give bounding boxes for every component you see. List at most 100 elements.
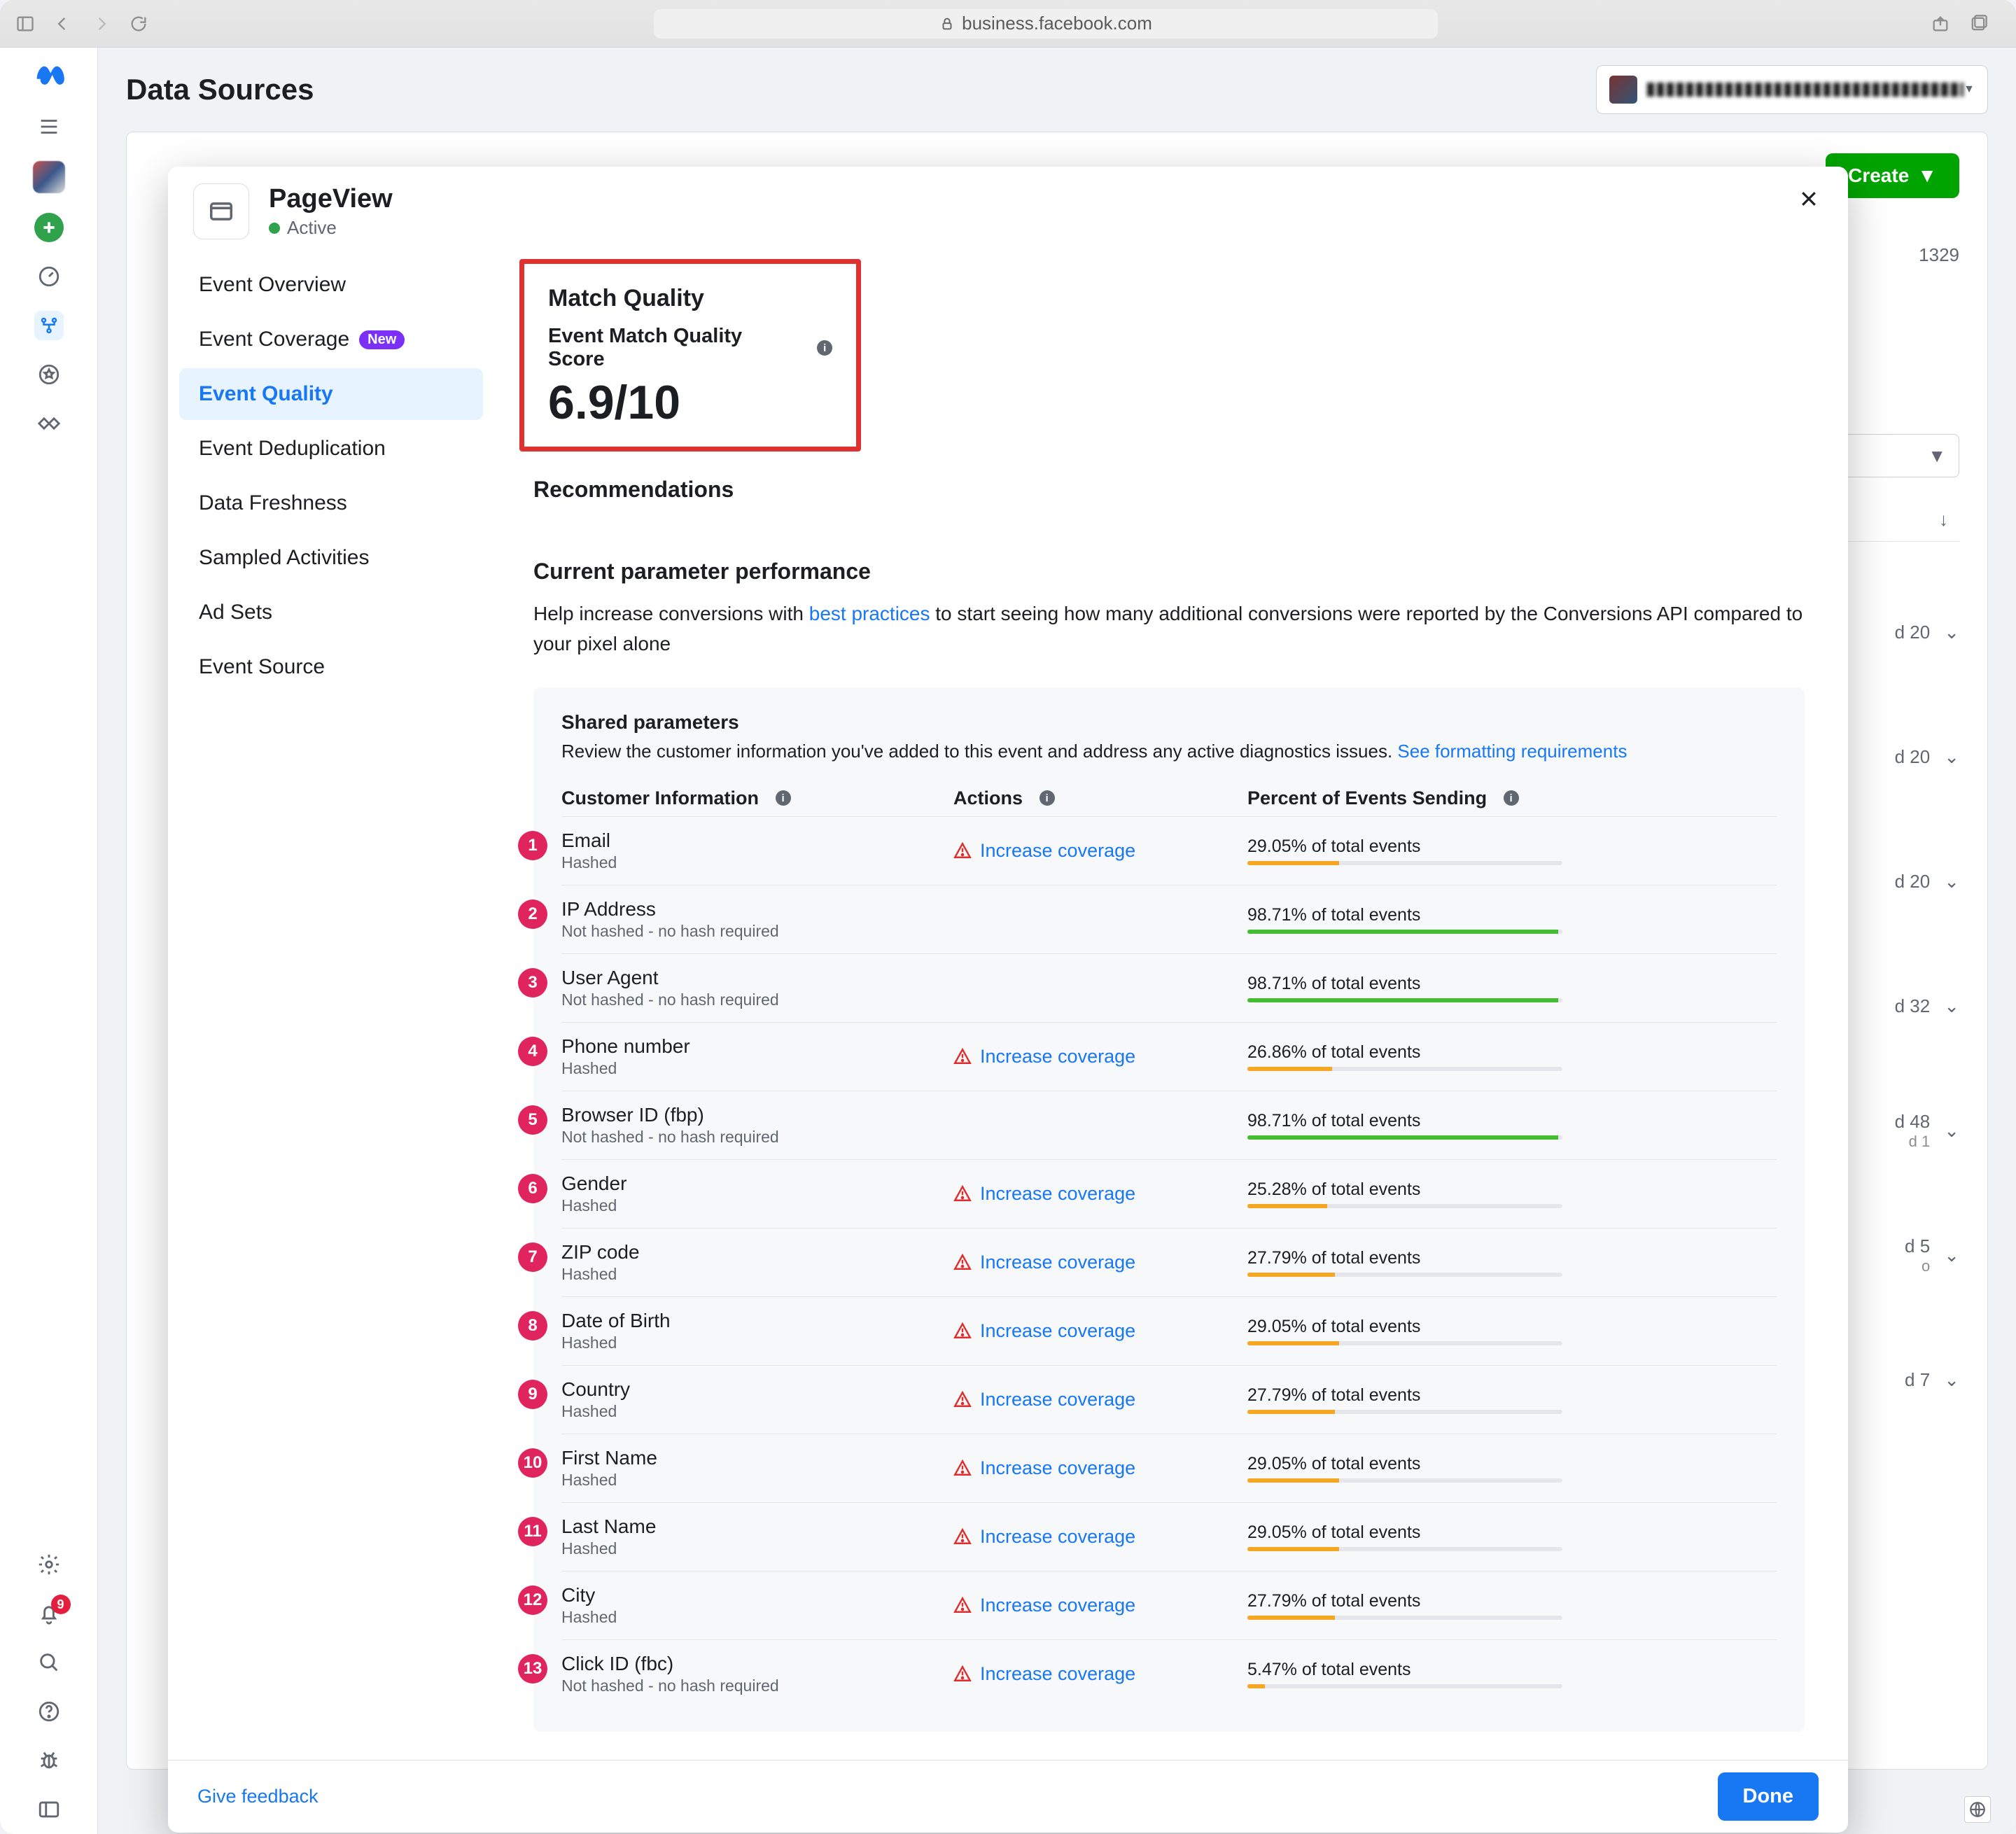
info-icon[interactable]: i xyxy=(776,790,791,806)
close-icon[interactable] xyxy=(1793,183,1824,214)
bug-icon[interactable] xyxy=(34,1746,64,1775)
param-name: First Name xyxy=(561,1447,953,1469)
help-icon[interactable] xyxy=(34,1697,64,1726)
tab-data-freshness[interactable]: Data Freshness xyxy=(179,477,483,529)
percent-label: 27.79% of total events xyxy=(1247,1248,1777,1268)
collapse-icon[interactable] xyxy=(34,1795,64,1824)
info-icon[interactable]: i xyxy=(1504,790,1519,806)
param-hash-status: Hashed xyxy=(561,1265,953,1284)
param-name: Date of Birth xyxy=(561,1310,953,1332)
increase-coverage-link[interactable]: Increase coverage xyxy=(980,1252,1135,1273)
percent-bar xyxy=(1247,1410,1562,1414)
shared-parameters-panel: Shared parameters Review the customer in… xyxy=(533,687,1805,1732)
star-circle-icon[interactable] xyxy=(34,360,64,389)
tab-sampled-activities[interactable]: Sampled Activities xyxy=(179,532,483,584)
status-label: Active xyxy=(287,217,337,239)
chevron-down-icon: ⌄ xyxy=(1944,1120,1959,1142)
increase-coverage-link[interactable]: Increase coverage xyxy=(980,840,1135,862)
percent-bar xyxy=(1247,1067,1562,1071)
percent-label: 25.28% of total events xyxy=(1247,1180,1777,1200)
increase-coverage-link[interactable]: Increase coverage xyxy=(980,1046,1135,1068)
sidebar-toggle-icon[interactable] xyxy=(13,11,38,36)
table-row: 3User AgentNot hashed - no hash required… xyxy=(561,953,1777,1022)
percent-bar xyxy=(1247,1616,1562,1620)
recommendations-heading: Recommendations xyxy=(533,477,1805,503)
increase-coverage-link[interactable]: Increase coverage xyxy=(980,1457,1135,1479)
url-text: business.facebook.com xyxy=(962,13,1152,34)
table-row: 7ZIP codeHashedIncrease coverage27.79% o… xyxy=(561,1228,1777,1296)
warning-icon xyxy=(953,1390,972,1408)
row-number-badge: 9 xyxy=(518,1380,547,1409)
chevron-down-icon: ⌄ xyxy=(1944,871,1959,892)
best-practices-link[interactable]: best practices xyxy=(809,603,930,624)
account-avatar[interactable] xyxy=(33,161,65,193)
increase-coverage-link[interactable]: Increase coverage xyxy=(980,1595,1135,1616)
tab-event-coverage[interactable]: Event CoverageNew xyxy=(179,314,483,365)
event-name: PageView xyxy=(269,184,393,214)
done-button[interactable]: Done xyxy=(1718,1772,1819,1821)
param-hash-status: Hashed xyxy=(561,1608,953,1627)
address-bar[interactable]: business.facebook.com xyxy=(654,9,1438,38)
warning-icon xyxy=(953,1527,972,1546)
meta-logo-icon[interactable] xyxy=(32,59,66,92)
row-number-badge: 3 xyxy=(518,968,547,997)
increase-coverage-link[interactable]: Increase coverage xyxy=(980,1389,1135,1410)
param-hash-status: Hashed xyxy=(561,1539,953,1558)
param-name: Email xyxy=(561,830,953,852)
tab-event-source[interactable]: Event Source xyxy=(179,641,483,693)
account-selector[interactable]: ▼ xyxy=(1596,65,1988,114)
tab-event-overview[interactable]: Event Overview xyxy=(179,259,483,311)
param-hash-status: Not hashed - no hash required xyxy=(561,922,953,941)
bell-icon[interactable]: 9 xyxy=(34,1599,64,1628)
increase-coverage-link[interactable]: Increase coverage xyxy=(980,1526,1135,1548)
forward-icon xyxy=(88,11,113,36)
row-number-badge: 8 xyxy=(518,1311,547,1340)
hamburger-icon[interactable] xyxy=(34,112,64,141)
param-hash-status: Hashed xyxy=(561,853,953,872)
percent-label: 98.71% of total events xyxy=(1247,905,1777,925)
gear-icon[interactable] xyxy=(34,1550,64,1579)
reload-icon[interactable] xyxy=(126,11,151,36)
row-number-badge: 12 xyxy=(518,1586,547,1615)
globe-icon[interactable] xyxy=(1964,1796,1991,1823)
param-hash-status: Not hashed - no hash required xyxy=(561,1676,953,1695)
info-icon[interactable]: i xyxy=(1040,790,1055,806)
share-icon[interactable] xyxy=(1928,11,1953,36)
increase-coverage-link[interactable]: Increase coverage xyxy=(980,1183,1135,1205)
back-icon[interactable] xyxy=(50,11,76,36)
chevron-down-icon: ⌄ xyxy=(1944,1245,1959,1266)
warning-icon xyxy=(953,1253,972,1271)
percent-label: 98.71% of total events xyxy=(1247,1111,1777,1131)
param-name: IP Address xyxy=(561,898,953,920)
param-hash-status: Hashed xyxy=(561,1334,953,1352)
info-icon[interactable]: i xyxy=(817,340,832,356)
gauge-icon[interactable] xyxy=(34,262,64,291)
param-hash-status: Hashed xyxy=(561,1402,953,1421)
warning-icon xyxy=(953,1322,972,1340)
give-feedback-link[interactable]: Give feedback xyxy=(197,1786,318,1807)
increase-coverage-link[interactable]: Increase coverage xyxy=(980,1663,1135,1685)
tab-ad-sets[interactable]: Ad Sets xyxy=(179,587,483,638)
param-hash-status: Hashed xyxy=(561,1196,953,1215)
row-number-badge: 5 xyxy=(518,1105,547,1135)
percent-bar xyxy=(1247,998,1562,1002)
match-quality-callout: Match Quality Event Match Quality Score … xyxy=(519,259,861,451)
tab-event-quality[interactable]: Event Quality xyxy=(179,368,483,420)
param-hash-status: Hashed xyxy=(561,1059,953,1078)
param-name: Click ID (fbc) xyxy=(561,1653,953,1675)
formatting-requirements-link[interactable]: See formatting requirements xyxy=(1397,741,1627,762)
percent-bar xyxy=(1247,1684,1562,1688)
table-row: 1EmailHashedIncrease coverage29.05% of t… xyxy=(561,816,1777,885)
table-row: 10First NameHashedIncrease coverage29.05… xyxy=(561,1434,1777,1502)
warning-icon xyxy=(953,1047,972,1065)
add-button[interactable] xyxy=(34,213,64,242)
tab-event-dedup[interactable]: Event Deduplication xyxy=(179,423,483,475)
warning-icon xyxy=(953,1184,972,1203)
data-sources-icon[interactable] xyxy=(34,311,64,340)
integrations-icon[interactable] xyxy=(34,409,64,438)
search-icon[interactable] xyxy=(34,1648,64,1677)
tabs-icon[interactable] xyxy=(1966,11,1991,36)
increase-coverage-link[interactable]: Increase coverage xyxy=(980,1320,1135,1342)
chevron-down-icon: ▼ xyxy=(1963,83,1975,96)
param-name: City xyxy=(561,1584,953,1606)
